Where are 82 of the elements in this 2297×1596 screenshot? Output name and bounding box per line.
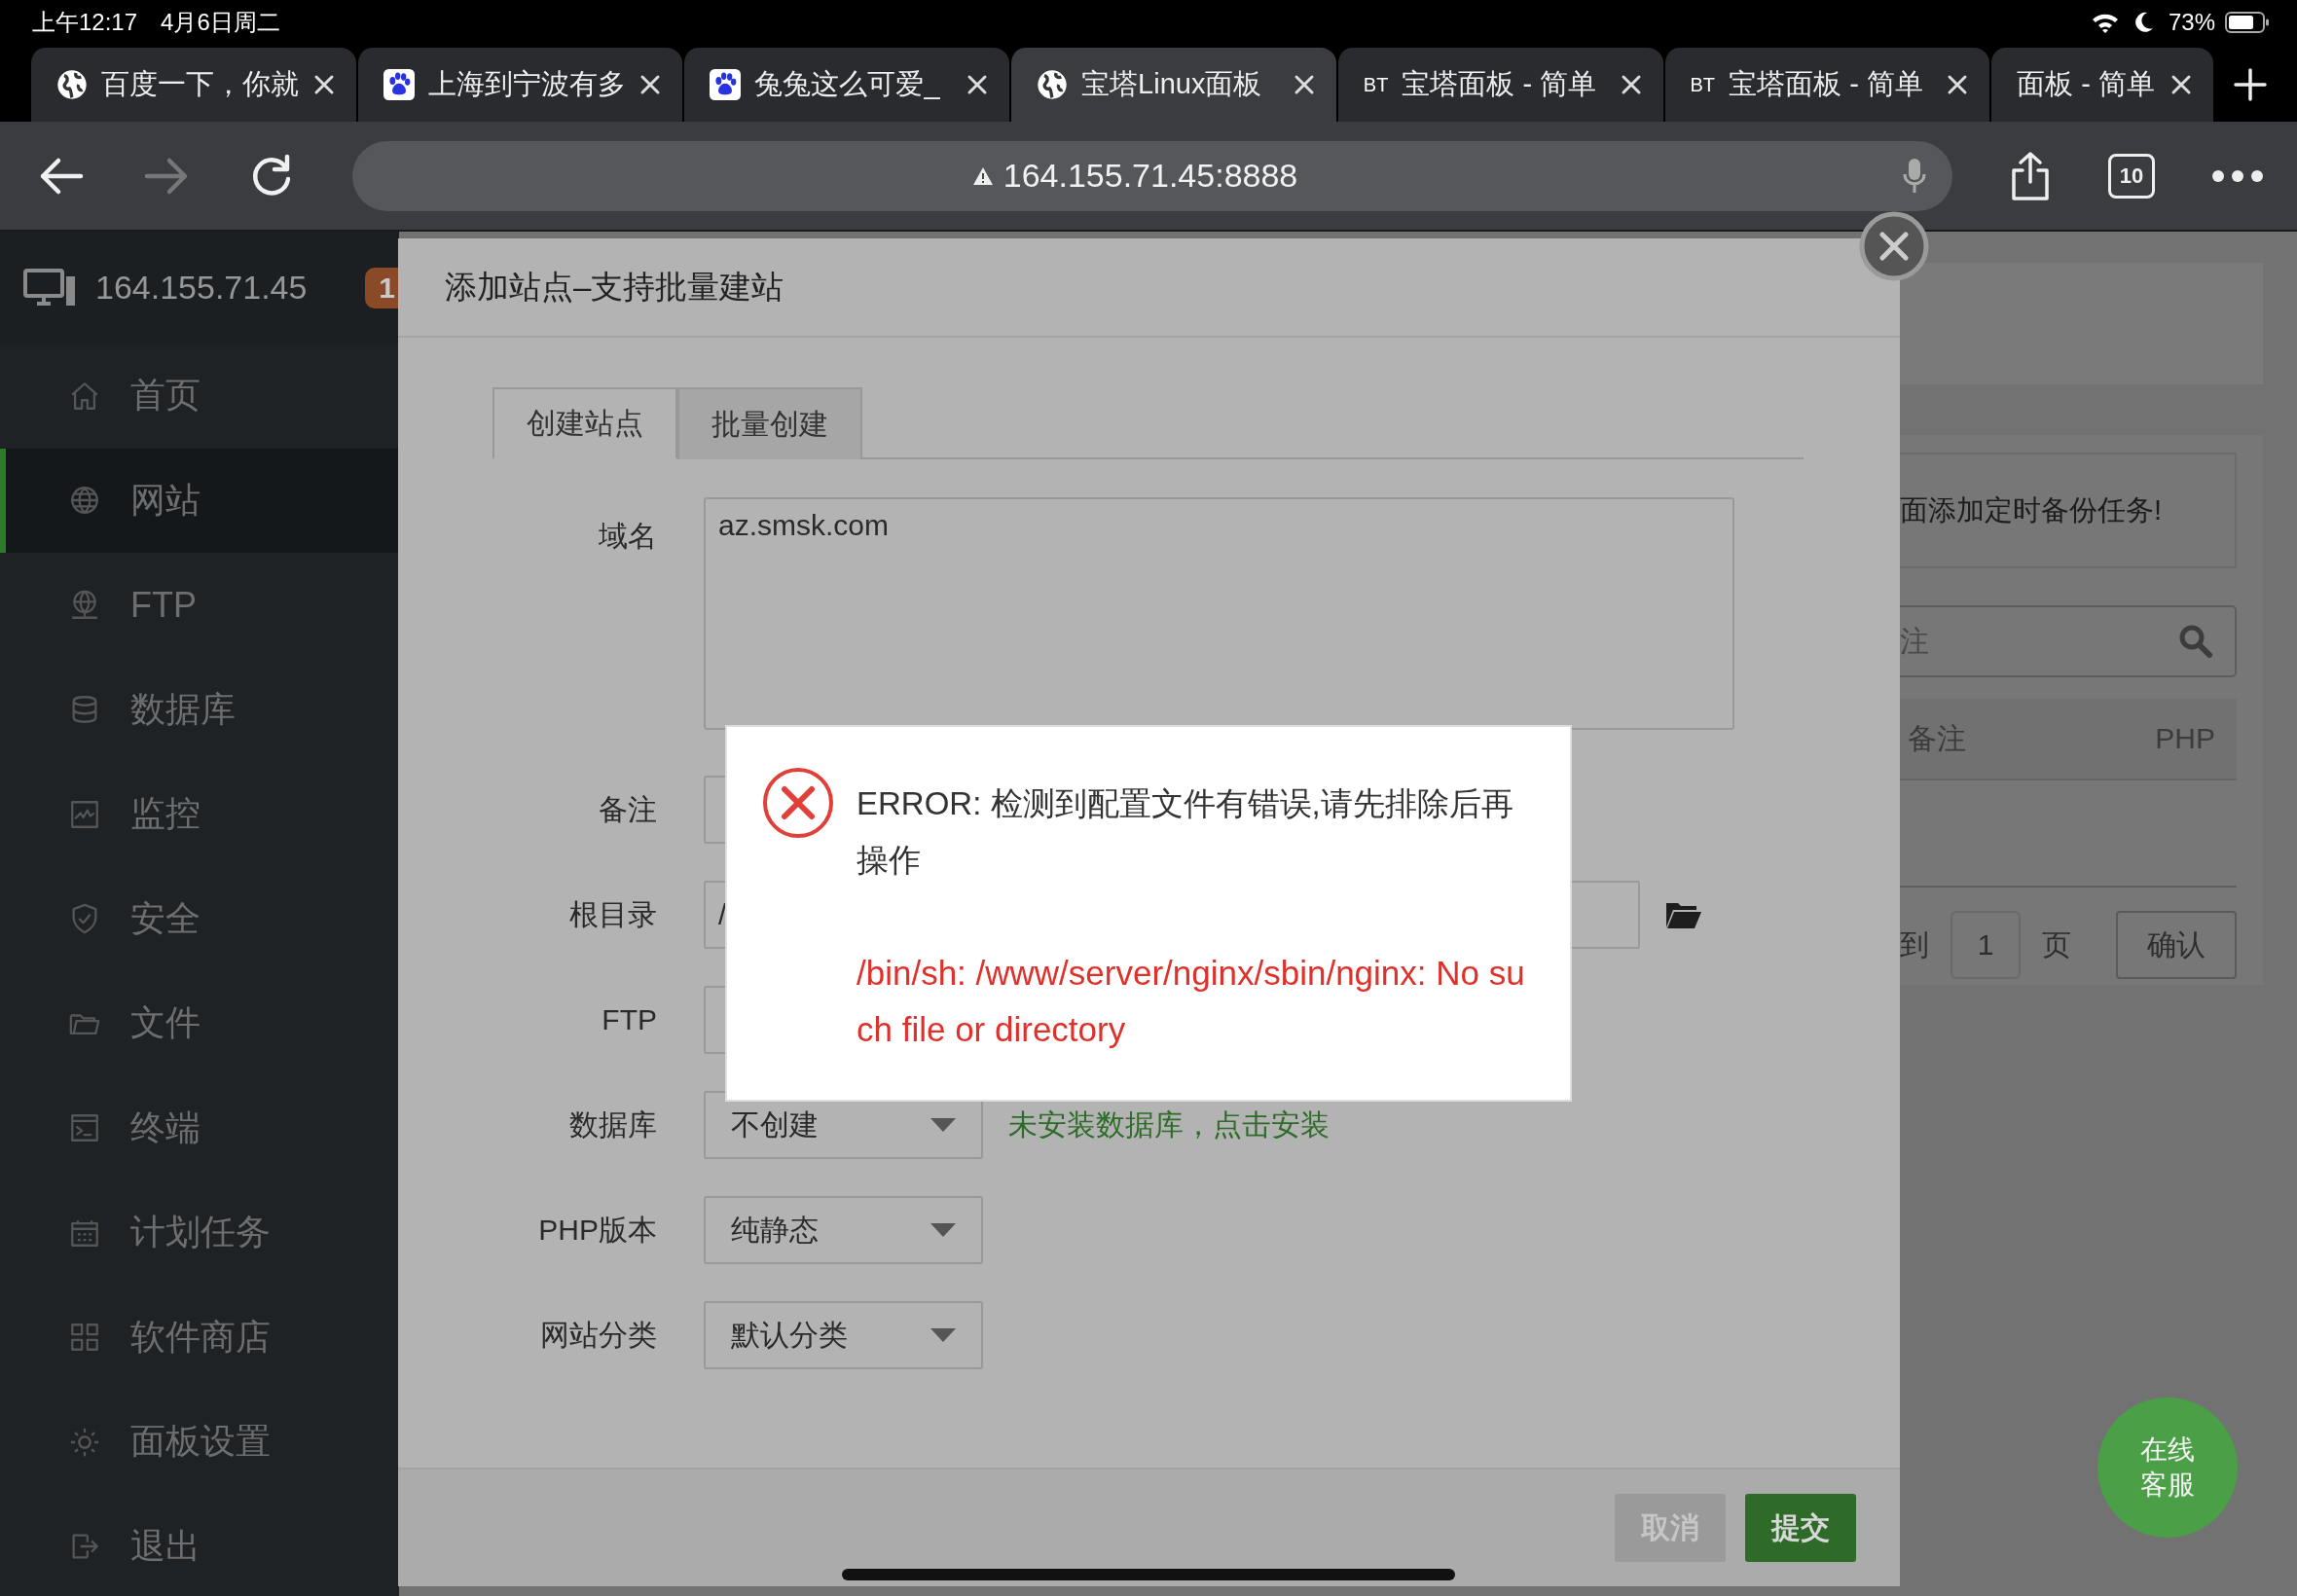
close-icon[interactable] bbox=[312, 74, 335, 95]
sidebar-item[interactable]: 退出 bbox=[0, 1494, 399, 1596]
sidebar-item[interactable]: 面板设置 bbox=[0, 1390, 399, 1495]
dialog-tab[interactable]: 批量创建 bbox=[677, 387, 862, 459]
globe-icon bbox=[56, 69, 88, 100]
browser-tab[interactable]: 上海到宁波有多 bbox=[355, 48, 683, 122]
paw-icon bbox=[710, 69, 742, 100]
close-icon[interactable] bbox=[966, 74, 989, 95]
caret-icon bbox=[930, 1223, 956, 1237]
close-icon[interactable] bbox=[2170, 74, 2193, 95]
browser-tab[interactable]: 百度一下，你就 bbox=[29, 48, 356, 122]
tab-title: 宝塔面板 - 简单 bbox=[1402, 67, 1598, 101]
field-label: 域名 bbox=[598, 519, 657, 554]
url-text: 164.155.71.45:8888 bbox=[1003, 157, 1298, 195]
sidebar-item[interactable]: 软件商店 bbox=[0, 1285, 399, 1390]
share-icon[interactable] bbox=[2009, 150, 2052, 201]
browser-tab[interactable]: BT 宝塔面板 - 简单 bbox=[1335, 48, 1663, 122]
paw-icon bbox=[383, 69, 415, 100]
field-label: 根目录 bbox=[568, 896, 657, 932]
address-bar[interactable]: 164.155.71.45:8888 bbox=[352, 140, 1952, 211]
warning-icon bbox=[971, 165, 994, 186]
confirm-button[interactable]: 确认 bbox=[2116, 911, 2237, 979]
close-icon[interactable] bbox=[639, 74, 662, 95]
tab-title: 宝塔面板 - 简单 bbox=[1729, 67, 1924, 101]
field-label: 数据库 bbox=[568, 1106, 657, 1143]
install-link[interactable]: 未安装数据库，点击安装 bbox=[1008, 1105, 1330, 1145]
error-detail: /bin/sh: /www/server/nginx/sbin/nginx: No such file or directory bbox=[857, 953, 1526, 1050]
sidebar-item[interactable]: 首页 bbox=[0, 344, 399, 449]
tab-title: 百度一下，你就 bbox=[101, 67, 300, 101]
status-time: 上午12:17 bbox=[32, 7, 138, 37]
search-icon[interactable] bbox=[2178, 624, 2213, 659]
sidebar-item[interactable]: FTP bbox=[0, 553, 399, 658]
page-number-field[interactable]: 1 bbox=[1951, 911, 2021, 979]
tab-count-button[interactable]: 10 bbox=[2108, 153, 2155, 199]
sidebar-item[interactable]: 网站 bbox=[0, 448, 399, 553]
field-label: FTP bbox=[601, 1003, 657, 1036]
new-tab-icon[interactable] bbox=[2233, 67, 2268, 102]
folder-icon[interactable] bbox=[1665, 900, 1702, 929]
sidebar-item[interactable]: 计划任务 bbox=[0, 1180, 399, 1286]
close-icon[interactable] bbox=[1620, 74, 1642, 95]
sidebar-item[interactable]: 数据库 bbox=[0, 657, 399, 762]
more-icon[interactable] bbox=[2211, 168, 2264, 183]
caret-icon bbox=[930, 1118, 956, 1132]
microphone-icon[interactable] bbox=[1902, 156, 1927, 196]
sidebar-item[interactable]: 监控 bbox=[0, 762, 399, 867]
dialog-tab[interactable]: 创建站点 bbox=[492, 387, 677, 459]
globe-icon bbox=[1037, 69, 1069, 100]
sidebar-item[interactable]: 文件 bbox=[0, 971, 399, 1076]
field-label: PHP版本 bbox=[537, 1212, 657, 1248]
computer-icon bbox=[23, 268, 76, 308]
site-logo-text: BT bbox=[1690, 73, 1716, 96]
browser-tab[interactable]: 面板 - 简单 bbox=[1989, 48, 2214, 122]
error-message: ERROR: 检测到配置文件有错误,请先排除后再操作 bbox=[857, 784, 1514, 880]
page-unit-label: 页 bbox=[2042, 926, 2071, 962]
dialog-title: 添加站点–支持批量建站 bbox=[445, 267, 784, 307]
error-icon bbox=[761, 766, 835, 840]
tab-title: 上海到宁波有多 bbox=[427, 67, 627, 101]
browser-tab[interactable]: 宝塔Linux面板 bbox=[1009, 48, 1336, 122]
field-label: 网站分类 bbox=[539, 1317, 657, 1353]
dropdown[interactable]: 默认分类 bbox=[704, 1301, 983, 1369]
browser-tab[interactable]: 兔兔这么可爱_ bbox=[682, 48, 1010, 122]
tab-title: 兔兔这么可爱_ bbox=[754, 67, 941, 101]
close-icon[interactable] bbox=[1947, 74, 1969, 95]
site-logo-text: BT bbox=[1363, 73, 1389, 96]
goto-label: 到 bbox=[1900, 926, 1929, 962]
moon-icon bbox=[2133, 10, 2155, 34]
dropdown[interactable]: 纯静态 bbox=[704, 1196, 983, 1264]
caret-icon bbox=[930, 1328, 956, 1342]
battery-icon bbox=[2225, 10, 2270, 34]
status-date: 4月6日周二 bbox=[161, 7, 280, 37]
close-icon[interactable] bbox=[1293, 74, 1315, 95]
sidebar-item[interactable]: 终端 bbox=[0, 1075, 399, 1180]
browser-tab[interactable]: BT 宝塔面板 - 简单 bbox=[1662, 48, 1990, 122]
online-service-button[interactable]: 在线客服 bbox=[2097, 1397, 2238, 1538]
battery-percent: 73% bbox=[2168, 8, 2215, 36]
field-label: 备注 bbox=[598, 791, 657, 827]
tab-title: 面板 - 简单 bbox=[2017, 67, 2156, 101]
server-address: 164.155.71.45 bbox=[95, 269, 308, 307]
submit-button[interactable]: 提交 bbox=[1745, 1494, 1856, 1562]
notice-text: 面添加定时备份任务! bbox=[1900, 492, 2163, 527]
sidebar-item[interactable]: 安全 bbox=[0, 866, 399, 971]
tab-title: 宝塔Linux面板 bbox=[1081, 67, 1263, 101]
